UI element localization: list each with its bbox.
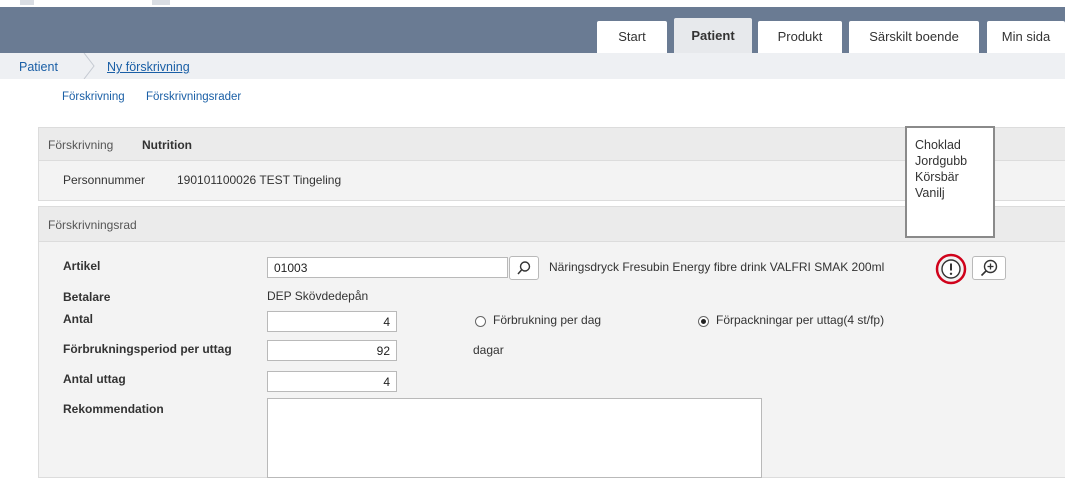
top-stub	[152, 0, 170, 5]
artikel-label: Artikel	[63, 259, 101, 273]
period-label: Förbrukningsperiod per uttag	[63, 342, 232, 356]
antal-input[interactable]	[267, 311, 397, 332]
zoom-in-icon	[980, 259, 998, 277]
prescription-header-label: Förskrivning	[48, 138, 114, 152]
breadcrumb-patient[interactable]: Patient	[19, 60, 58, 74]
flavor-tooltip: Choklad Jordgubb Körsbär Vanilj	[905, 126, 995, 238]
artikel-search-button[interactable]	[509, 256, 539, 280]
link-forskrivning[interactable]: Förskrivning	[62, 91, 125, 103]
rekommendation-textarea[interactable]	[267, 398, 762, 478]
period-unit: dagar	[473, 343, 504, 357]
antal-label: Antal	[63, 312, 93, 326]
rekommendation-label: Rekommendation	[63, 402, 164, 416]
prescription-type: Nutrition	[142, 138, 192, 152]
period-input[interactable]	[267, 340, 397, 361]
betalare-value: DEP Skövdedepån	[267, 289, 369, 303]
artikel-input[interactable]	[267, 257, 508, 278]
top-navigation-bar: Start Patient Produkt Särskilt boende Mi…	[0, 0, 1065, 53]
link-forskrivningsrader[interactable]: Förskrivningsrader	[146, 91, 241, 103]
personnummer-label: Personnummer	[63, 173, 146, 187]
prescription-row-title: Förskrivningsrad	[48, 218, 137, 232]
tab-min-sida[interactable]: Min sida	[987, 21, 1065, 53]
antal-uttag-input[interactable]	[267, 371, 397, 392]
personnummer-value: 190101100026 TEST Tingeling	[177, 173, 342, 187]
tooltip-flavor: Vanilj	[915, 186, 945, 200]
betalare-label: Betalare	[63, 290, 111, 304]
radio-forpackningar-per-uttag[interactable]	[698, 316, 709, 327]
breadcrumb: Patient Ny förskrivning	[0, 53, 1065, 79]
breadcrumb-ny-forskrivning[interactable]: Ny förskrivning	[107, 60, 190, 74]
tab-patient[interactable]: Patient	[674, 18, 752, 53]
tab-produkt[interactable]: Produkt	[758, 21, 842, 53]
breadcrumb-separator-icon	[83, 53, 95, 79]
tab-sarskilt-boende[interactable]: Särskilt boende	[849, 21, 979, 53]
top-stub	[20, 0, 34, 5]
search-icon	[517, 261, 531, 275]
tooltip-flavor: Körsbär	[915, 170, 959, 184]
tooltip-flavor: Choklad	[915, 138, 961, 152]
radio-forbrukning-per-dag[interactable]	[475, 316, 486, 327]
artikel-description: Näringsdryck Fresubin Energy fibre drink…	[549, 260, 885, 274]
antal-uttag-label: Antal uttag	[63, 372, 126, 386]
radio-forbrukning-per-dag-label: Förbrukning per dag	[493, 313, 602, 327]
info-exclamation-icon[interactable]	[935, 253, 967, 285]
radio-forpackningar-per-uttag-label: Förpackningar per uttag(4 st/fp)	[716, 313, 885, 327]
artikel-details-button[interactable]	[972, 256, 1006, 280]
tooltip-flavor: Jordgubb	[915, 154, 968, 168]
tab-start[interactable]: Start	[597, 21, 667, 53]
